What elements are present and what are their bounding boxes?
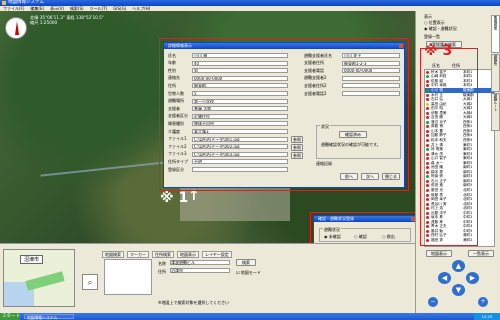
up-arrow-icon: ↑ [188, 188, 200, 204]
pan-left-icon[interactable]: ◀ [438, 272, 451, 284]
tab-marker[interactable]: マーカー [127, 251, 149, 258]
tab-map-display[interactable]: 地図表示 [177, 251, 199, 258]
search-button[interactable]: 検索 [236, 259, 256, 266]
map-mode-label: 地図モード [240, 270, 261, 275]
side-tab-persons[interactable]: 要援護者 [491, 15, 500, 53]
name-label: 名称 [158, 261, 166, 266]
coordinate-readout: 北緯 35°06'11.3" 東経 138°52'10.5" 縮尺 1:2500… [30, 15, 170, 25]
tab-map-search[interactable]: 地図検索 [102, 251, 124, 258]
zoom-out-icon[interactable]: − [428, 297, 438, 307]
start-button[interactable]: スタート [0, 313, 20, 320]
address-input[interactable]: 沼津市 [170, 268, 230, 273]
pan-down-icon[interactable]: ▼ [452, 284, 465, 296]
address-label: 住所 [158, 269, 166, 274]
highlight-box-3 [420, 48, 478, 246]
pan-right-icon[interactable]: ▶ [466, 272, 479, 284]
road-area [25, 271, 65, 291]
scale-line: 縮尺 1:25000 [30, 20, 58, 25]
search-note: ※地図上で検索対象を選択してください [158, 300, 230, 305]
minimap-city-label: 沼津市 [20, 255, 44, 264]
taskbar: スタート 地図情報システム 10:25 [0, 313, 500, 320]
zoom-magnifier-icon[interactable]: ⌕ [82, 274, 98, 290]
tab-address-search[interactable]: 住所検索 [152, 251, 174, 258]
app-icon [2, 1, 6, 5]
list-show-button[interactable]: 一覧表示 [468, 250, 494, 257]
category-list[interactable] [104, 259, 152, 295]
map-show-button[interactable]: 地図表示 [426, 250, 452, 257]
annotation-mark-3: ※ 3 [424, 43, 453, 59]
radio-status[interactable]: ◉ 確認・避難状況 [424, 26, 457, 32]
window-title: 地図情報システム [8, 0, 44, 5]
taskbar-app-button[interactable]: 地図情報システム [24, 314, 74, 320]
map-mode-checkbox[interactable]: ☑ 地図モード [236, 270, 261, 276]
side-tab-shelters[interactable]: 避難所 [491, 54, 500, 92]
bottom-tabs: 地図検索 マーカー 住所検索 地図表示 レイヤー設定 [102, 251, 232, 258]
radio-position-label: 位置表示 [428, 20, 445, 25]
bottom-panel: 沼津市 ⌕ 地図検索 マーカー 住所検索 地図表示 レイヤー設定 名称 津波避難… [0, 243, 415, 313]
annotation-mark-1: ※ 1 [160, 190, 189, 206]
side-tabs: 要援護者 避難所 避難ルート [491, 15, 500, 135]
zoom-in-icon[interactable]: + [478, 297, 488, 307]
tab-layer-settings[interactable]: レイヤー設定 [202, 251, 232, 258]
system-clock: 10:25 [474, 313, 500, 320]
radio-status-label: 確認・避難状況 [428, 26, 457, 31]
name-input[interactable]: 津波避難ビル [170, 260, 230, 265]
list-label: 登録一覧 [424, 34, 440, 39]
side-tab-routes[interactable]: 避難ルート [491, 93, 500, 131]
pan-up-icon[interactable]: ▲ [452, 260, 465, 272]
overview-minimap[interactable]: 沼津市 [3, 249, 75, 307]
highlight-box-1 [159, 38, 409, 191]
compass-icon [5, 17, 27, 39]
